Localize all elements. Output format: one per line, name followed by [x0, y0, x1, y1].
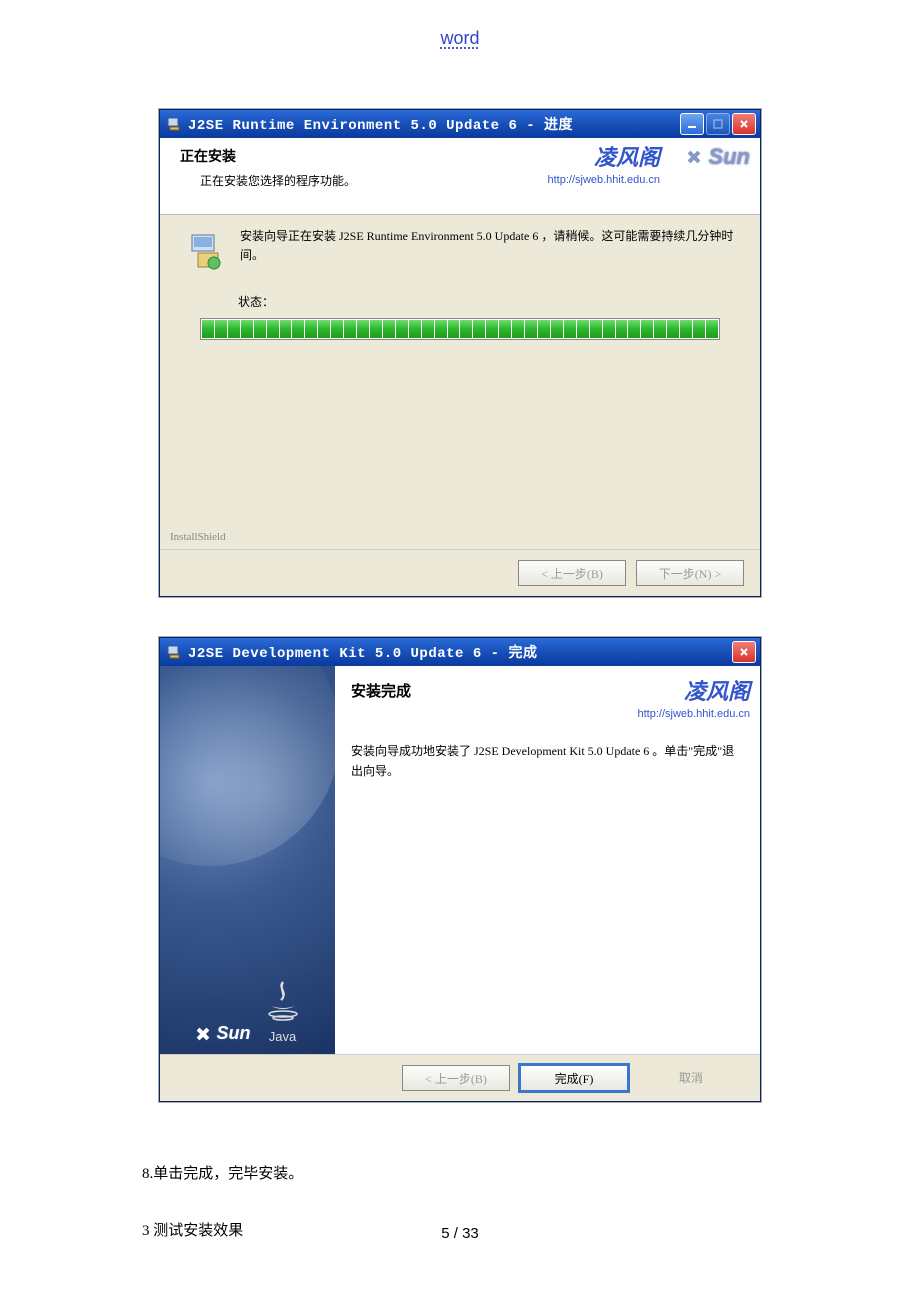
installer-icon — [166, 116, 182, 132]
client-area: 安装向导正在安装 J2SE Runtime Environment 5.0 Up… — [160, 215, 760, 549]
titlebar: J2SE Development Kit 5.0 Update 6 - 完成 — [160, 638, 760, 666]
button-row: < 上一步(B) 完成(F) 取消 — [160, 1054, 760, 1101]
progress-bar — [200, 318, 720, 340]
install-package-icon — [186, 231, 226, 271]
complete-message: 安装向导成功地安装了 J2SE Development Kit 5.0 Upda… — [351, 741, 744, 782]
sun-logo: Sun — [684, 144, 750, 170]
finish-button[interactable]: 完成(F) — [520, 1065, 628, 1091]
sun-label: Sun — [217, 1023, 251, 1044]
button-row: < 上一步(B) 下一步(N) > — [160, 549, 760, 596]
installer-icon — [166, 644, 182, 660]
header-panel: 正在安装 正在安装您选择的程序功能。 凌风阁 http://sjweb.hhit… — [160, 138, 760, 215]
install-shield-label: InstallShield — [170, 531, 226, 543]
next-button: 下一步(N) > — [636, 560, 744, 586]
brand-area: 凌风阁 http://sjweb.hhit.edu.cn — [547, 140, 660, 186]
brand-area: 凌风阁 http://sjweb.hhit.edu.cn — [637, 674, 750, 720]
body-line-1: 8.单击完成，完毕安装。 — [142, 1162, 790, 1183]
doc-header: word — [0, 0, 920, 49]
installer-complete-window: J2SE Development Kit 5.0 Update 6 - 完成 S… — [159, 637, 761, 1102]
brand-url: http://sjweb.hhit.edu.cn — [547, 174, 660, 186]
sidebar-graphic: Sun Java — [160, 666, 335, 1054]
back-button: < 上一步(B) — [518, 560, 626, 586]
brand-text: 凌风阁 — [637, 674, 750, 706]
page-number: 5 / 33 — [0, 1225, 920, 1242]
java-label: Java — [263, 1029, 303, 1044]
complete-body: Sun Java 安装完成 凌风阁 — [160, 666, 760, 1054]
close-button[interactable] — [732, 641, 756, 663]
titlebar-text: J2SE Runtime Environment 5.0 Update 6 - … — [188, 114, 674, 134]
installer-progress-window: J2SE Runtime Environment 5.0 Update 6 - … — [159, 109, 761, 597]
status-label: 状态： — [238, 293, 744, 310]
titlebar-text: J2SE Development Kit 5.0 Update 6 - 完成 — [188, 642, 726, 662]
brand-url: http://sjweb.hhit.edu.cn — [637, 708, 750, 720]
page-content: J2SE Runtime Environment 5.0 Update 6 - … — [0, 49, 920, 1240]
brand-text: 凌风阁 — [547, 140, 660, 172]
maximize-button — [706, 113, 730, 135]
sun-logo: Sun — [193, 1023, 251, 1044]
minimize-button[interactable] — [680, 113, 704, 135]
back-button: < 上一步(B) — [402, 1065, 510, 1091]
titlebar: J2SE Runtime Environment 5.0 Update 6 - … — [160, 110, 760, 138]
window-controls — [680, 113, 756, 135]
java-logo: Java — [263, 980, 303, 1044]
sun-label: Sun — [708, 144, 750, 170]
close-button[interactable] — [732, 113, 756, 135]
window-controls — [732, 641, 756, 663]
complete-right: 安装完成 凌风阁 http://sjweb.hhit.edu.cn 安装向导成功… — [335, 666, 760, 1054]
install-message: 安装向导正在安装 J2SE Runtime Environment 5.0 Up… — [240, 227, 744, 265]
cancel-button: 取消 — [638, 1065, 744, 1089]
